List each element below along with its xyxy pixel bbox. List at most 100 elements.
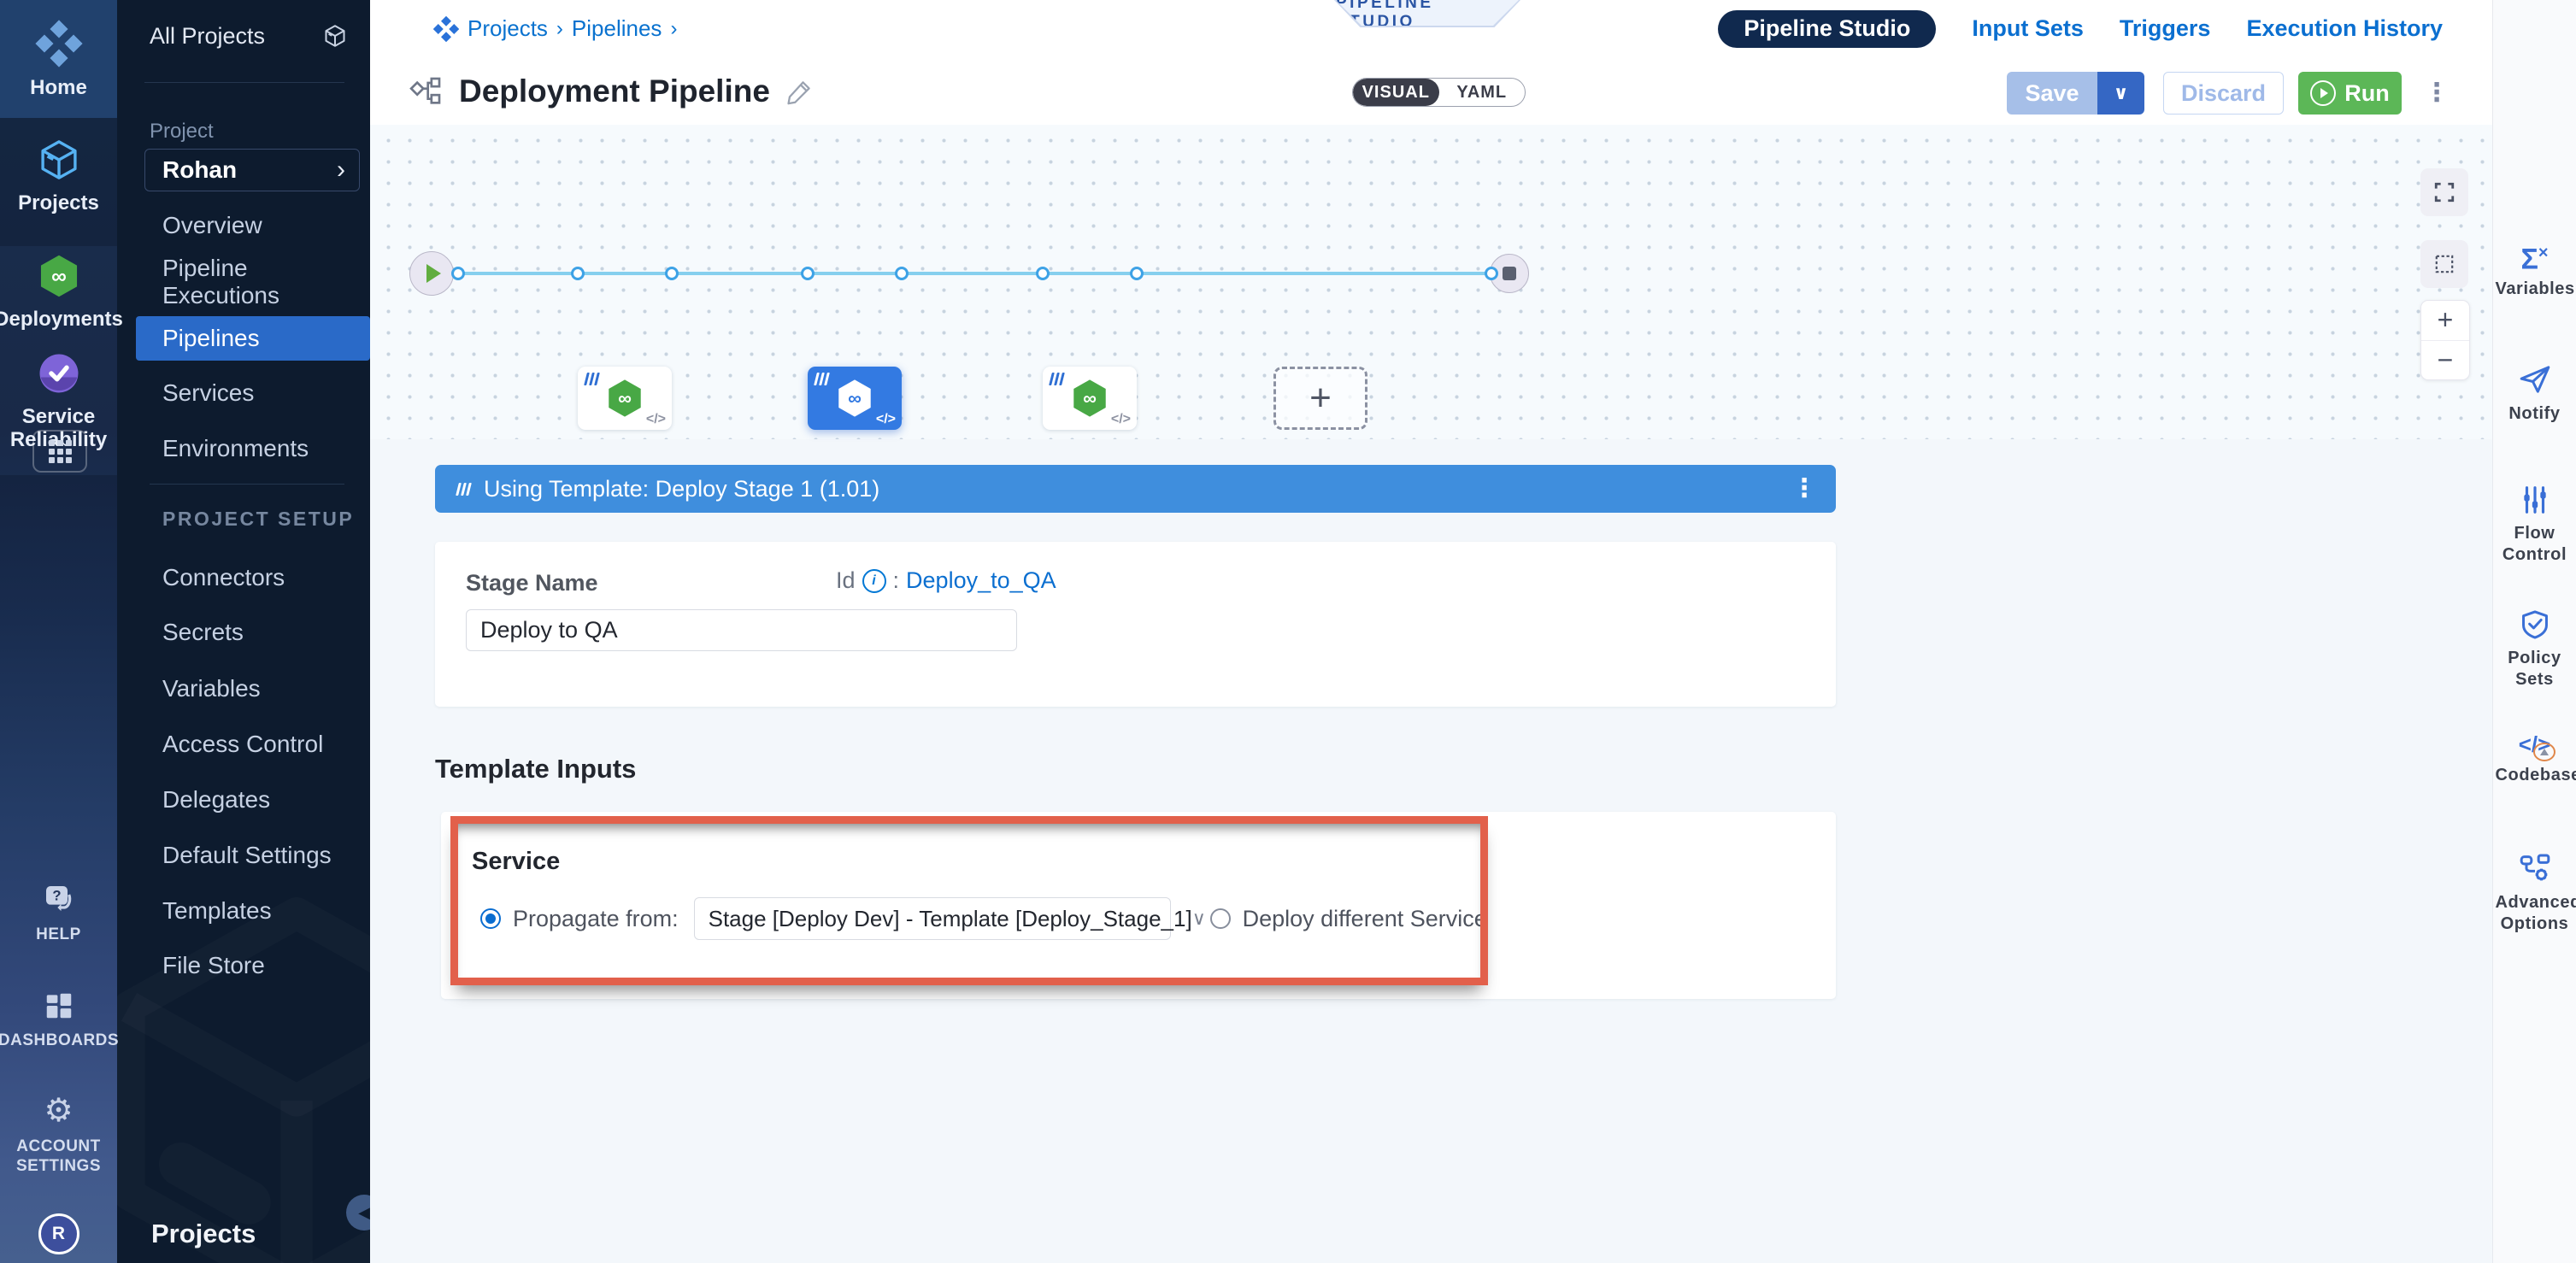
sidebar-item-delegates[interactable]: Delegates bbox=[117, 778, 370, 822]
stage-card-deploy-dev[interactable]: ∞ </> bbox=[578, 367, 672, 430]
sidebar-item-overview[interactable]: Overview bbox=[117, 203, 370, 248]
sidebar-item-file-store[interactable]: File Store bbox=[117, 943, 370, 988]
propagate-from-label: Propagate from: bbox=[513, 906, 679, 932]
edit-pencil-icon[interactable] bbox=[785, 77, 815, 106]
stage-card-deploy-to-qa[interactable]: ∞ </> bbox=[808, 367, 902, 430]
breadcrumb-projects[interactable]: Projects bbox=[468, 15, 548, 42]
sidebar-item-default-settings[interactable]: Default Settings bbox=[117, 833, 370, 878]
toolbar-item-flow-control[interactable]: Flow Control bbox=[2493, 484, 2576, 566]
tab-pipeline-studio[interactable]: Pipeline Studio bbox=[1718, 10, 1936, 48]
module-selector-button[interactable] bbox=[32, 430, 87, 473]
toolbar-item-variables[interactable]: Σ× Variables bbox=[2493, 240, 2576, 300]
project-select[interactable]: Rohan › bbox=[144, 149, 360, 191]
stage-id-value[interactable]: Deploy_to_QA bbox=[906, 567, 1056, 594]
dashboards-icon bbox=[43, 990, 75, 1022]
stage-name-panel: Stage Name Id i : Deploy_to_QA bbox=[435, 542, 1836, 707]
tab-triggers[interactable]: Triggers bbox=[2120, 15, 2211, 42]
sidebar-item-pipeline-executions[interactable]: Pipeline Executions bbox=[117, 260, 370, 304]
rail-item-dashboards[interactable]: DASHBOARDS bbox=[0, 990, 117, 1050]
avatar[interactable]: R bbox=[38, 1213, 79, 1254]
play-circle-icon bbox=[2310, 80, 2336, 106]
pipeline-studio-badge: PIPELINE STUDIO bbox=[1336, 0, 1519, 26]
breadcrumb: Projects › Pipelines › bbox=[433, 0, 677, 57]
sidebar-item-templates[interactable]: Templates bbox=[117, 889, 370, 933]
harness-logo-icon[interactable] bbox=[433, 16, 459, 42]
template-icon bbox=[814, 373, 830, 385]
rail-item-help[interactable]: ? HELP bbox=[0, 882, 117, 944]
sidebar-item-label: Access Control bbox=[162, 731, 323, 758]
save-button[interactable]: Save bbox=[2007, 72, 2097, 115]
stage-name-input[interactable] bbox=[466, 609, 1017, 651]
pipeline-menu-kebab[interactable]: ⋮ bbox=[2424, 80, 2450, 106]
fullscreen-icon bbox=[2433, 181, 2455, 203]
connector-port bbox=[895, 267, 909, 280]
toolbar-item-notify[interactable]: Notify bbox=[2493, 362, 2576, 425]
sidebar-item-label: Templates bbox=[162, 897, 272, 925]
pipeline-start-node[interactable] bbox=[409, 251, 454, 296]
run-button[interactable]: Run bbox=[2298, 72, 2402, 115]
top-bar: Projects › Pipelines › PIPELINE STUDIO P… bbox=[370, 0, 2493, 58]
stage-card-deploy-to-prod[interactable]: ∞ </> bbox=[1043, 367, 1137, 430]
sidebar-item-access-control[interactable]: Access Control bbox=[117, 722, 370, 767]
sidebar-item-label: Pipeline Executions bbox=[162, 255, 370, 309]
pipeline-canvas[interactable]: ∞ </> Deploy Dev ∞ </> Deploy to QA bbox=[370, 125, 2493, 440]
service-panel: Service Propagate from: Stage [Deploy De… bbox=[441, 812, 1836, 999]
toolbar-item-codebase[interactable]: </> Codebase bbox=[2493, 731, 2576, 786]
rail-item-label: DASHBOARDS bbox=[0, 1031, 119, 1050]
sidebar-item-environments[interactable]: Environments bbox=[117, 426, 370, 471]
id-label: Id bbox=[836, 567, 856, 594]
breadcrumb-pipelines[interactable]: Pipelines bbox=[572, 15, 662, 42]
canvas-select-button[interactable] bbox=[2420, 240, 2468, 288]
stop-icon bbox=[1503, 267, 1516, 280]
collapse-arrow-icon: ◀ bbox=[358, 1204, 370, 1222]
canvas-zoom-controls: + − bbox=[2420, 300, 2470, 380]
breadcrumb-separator: › bbox=[556, 17, 563, 41]
sidebar-item-label: Services bbox=[162, 379, 254, 407]
svg-text:∞: ∞ bbox=[848, 388, 862, 409]
deploy-different-service-radio[interactable] bbox=[1210, 908, 1231, 929]
sidebar-item-secrets[interactable]: Secrets bbox=[117, 610, 370, 655]
sidebar-item-services[interactable]: Services bbox=[117, 371, 370, 415]
tab-execution-history[interactable]: Execution History bbox=[2246, 15, 2443, 42]
toggle-visual[interactable]: VISUAL bbox=[1353, 79, 1439, 106]
zoom-out-button[interactable]: − bbox=[2421, 341, 2469, 380]
rail-item-account-settings[interactable]: ⚙ ACCOUNT SETTINGS bbox=[0, 1094, 117, 1176]
rail-item-deployments[interactable]: ∞ Deployments bbox=[0, 253, 117, 331]
marquee-icon bbox=[2433, 253, 2455, 275]
template-icon bbox=[456, 483, 472, 496]
sidebar-item-variables[interactable]: Variables bbox=[117, 667, 370, 711]
sidebar-collapse-button[interactable]: ◀ bbox=[346, 1195, 370, 1231]
chevron-down-icon: ∨ bbox=[2114, 82, 2129, 104]
sidebar-item-label: Delegates bbox=[162, 786, 270, 814]
propagate-from-radio[interactable] bbox=[480, 908, 501, 929]
save-dropdown-button[interactable]: ∨ bbox=[2097, 72, 2144, 115]
deploy-different-service-label: Deploy different Service bbox=[1243, 906, 1487, 932]
divider bbox=[144, 82, 344, 83]
module-rail: Home Projects ∞ Deployments bbox=[0, 0, 117, 1263]
pipeline-connector-line bbox=[432, 272, 1512, 275]
propagate-from-select[interactable]: Stage [Deploy Dev] - Template [Deploy_St… bbox=[694, 897, 1171, 940]
rail-item-projects[interactable]: Projects bbox=[0, 137, 117, 214]
page-title: Deployment Pipeline bbox=[459, 73, 770, 109]
toggle-yaml[interactable]: YAML bbox=[1439, 79, 1526, 106]
rail-item-home[interactable]: Home bbox=[0, 0, 117, 118]
add-stage-button[interactable]: + bbox=[1273, 367, 1367, 430]
canvas-fullscreen-button[interactable] bbox=[2420, 168, 2468, 216]
rail-item-label: ACCOUNT SETTINGS bbox=[12, 1137, 106, 1176]
stage-name-label: Stage Name bbox=[466, 570, 598, 596]
codebase-icon: </> bbox=[2519, 731, 2551, 758]
sidebar-item-connectors[interactable]: Connectors bbox=[117, 555, 370, 600]
sidebar-item-label: Overview bbox=[162, 212, 262, 239]
discard-button[interactable]: Discard bbox=[2163, 72, 2284, 115]
sidebar-item-pipelines[interactable]: Pipelines bbox=[136, 316, 370, 361]
rail-item-profile[interactable]: R bbox=[0, 1213, 117, 1254]
zoom-in-button[interactable]: + bbox=[2421, 301, 2469, 341]
tab-input-sets[interactable]: Input Sets bbox=[1972, 15, 2084, 42]
template-menu-kebab[interactable]: ⋮ bbox=[1791, 476, 1817, 502]
toolbar-item-policy-sets[interactable]: Policy Sets bbox=[2493, 608, 2576, 690]
all-projects-row[interactable]: All Projects bbox=[117, 15, 370, 56]
toolbar-item-advanced-options[interactable]: Advanced Options bbox=[2493, 851, 2576, 935]
sidebar-item-label: Default Settings bbox=[162, 842, 332, 869]
top-tabs: Pipeline Studio Input Sets Triggers Exec… bbox=[1718, 0, 2443, 57]
home-icon bbox=[35, 20, 83, 68]
